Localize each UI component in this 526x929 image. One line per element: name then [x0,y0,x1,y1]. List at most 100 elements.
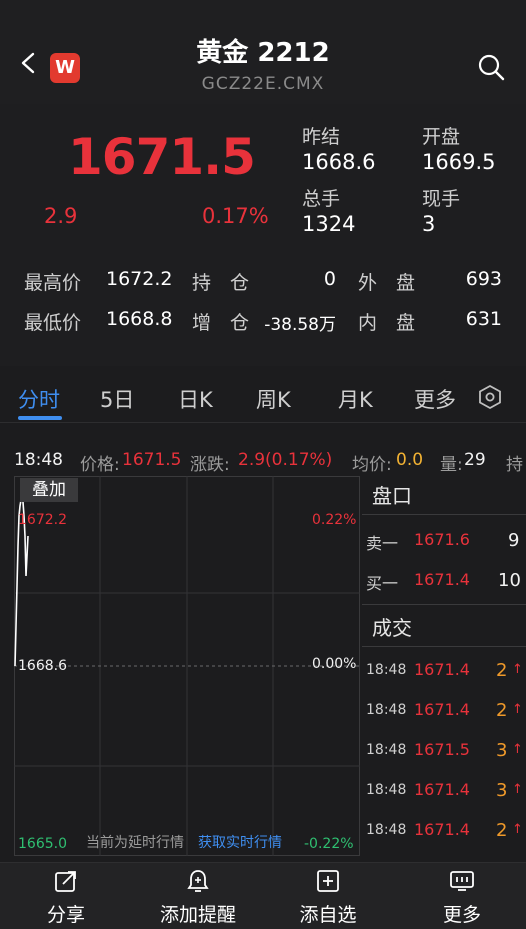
more-label: 更多 [442,904,481,926]
ask-label: 卖一 [366,534,399,553]
trade-time: 18:48 [366,822,407,838]
ask-qty: 9 [508,530,520,551]
inner-value: 631 [465,308,502,330]
panel-divider [362,604,526,605]
share-button[interactable]: 分享 [16,868,116,927]
info-vol: 29 [464,450,486,470]
more-button[interactable]: 更多 [412,868,512,927]
current-volume-label: 现手 [422,188,461,210]
tab-monthly-k[interactable]: 月K [338,384,373,414]
tab-more[interactable]: 更多 [414,384,456,414]
bid-label: 买一 [366,574,399,593]
y-axis-mid: 1668.6 [18,658,67,674]
current-volume-value: 3 [422,212,436,236]
trade-row: 18:48 1671.4 2 ↑ [366,660,526,684]
low-value: 1668.8 [106,308,173,330]
delay-notice: 当前为延时行情 [86,835,184,851]
pct-axis-bottom: -0.22% [304,836,354,852]
add-alert-label: 添加提醒 [159,904,236,926]
instrument-title: 黄金 2212 [196,38,330,68]
pct-axis-mid: 0.00% [312,656,357,672]
last-price: 1671.5 [68,128,256,186]
share-label: 分享 [46,904,85,926]
trade-price: 1671.4 [414,820,470,839]
outer-value: 693 [465,268,502,290]
prev-close-value: 1668.6 [302,150,376,174]
tab-intraday[interactable]: 分时 [18,384,60,414]
order-book-divider [362,514,526,515]
trade-row: 18:48 1671.4 3 ↑ [366,780,526,804]
info-avg: 0.0 [396,450,424,470]
trade-qty: 3 [496,740,508,761]
trade-qty: 2 [496,820,508,841]
trade-up-arrow-icon: ↑ [512,742,523,757]
info-change-label: 涨跌: [190,455,230,474]
trade-row: 18:48 1671.5 3 ↑ [366,740,526,764]
realtime-quote-link[interactable]: 获取实时行情 [198,832,282,852]
info-vol-label: 量: [440,455,463,474]
total-volume-value: 1324 [302,212,356,236]
total-volume-label: 总手 [302,188,341,210]
tab-daily-k[interactable]: 日K [178,384,213,414]
active-tab-indicator [18,416,62,420]
crosshair-info: 18:48 价格: 1671.5 涨跌: 2.9(0.17%) 均价: 0.0 … [0,450,526,474]
increase-label: 增 仓 [192,312,250,334]
bid-qty: 10 [498,570,521,591]
high-value: 1672.2 [106,268,173,290]
trade-up-arrow-icon: ↑ [512,662,523,677]
info-price-label: 价格: [80,455,120,474]
add-alert-button[interactable]: 添加提醒 [148,868,248,927]
inner-label: 内 盘 [358,312,416,334]
info-change: 2.9(0.17%) [238,450,333,470]
alarm-icon [187,870,209,892]
trade-price: 1671.4 [414,700,470,719]
high-label: 最高价 [24,272,82,294]
trade-row: 18:48 1671.4 2 ↑ [366,820,526,844]
instrument-code: GCZ22E.CMX [201,74,325,94]
trade-qty: 3 [496,780,508,801]
trade-qty: 2 [496,660,508,681]
trade-price: 1671.4 [414,780,470,799]
open-value: 1669.5 [422,150,496,174]
bid-price: 1671.4 [414,570,470,589]
info-hold-truncated: 持 [506,455,523,474]
trade-row: 18:48 1671.4 2 ↑ [366,700,526,724]
pct-axis-top: 0.22% [312,512,357,528]
trade-up-arrow-icon: ↑ [512,702,523,717]
search-icon[interactable] [476,52,506,82]
add-watchlist-label: 添自选 [299,904,357,926]
trade-time: 18:48 [366,662,407,678]
trade-qty: 2 [496,700,508,721]
tab-5day[interactable]: 5日 [100,384,134,414]
trade-time: 18:48 [366,782,407,798]
order-book-ask-row: 卖一 1671.6 9 [366,530,526,554]
trade-time: 18:48 [366,742,407,758]
price-change: 2.9 [44,204,78,228]
info-time: 18:48 [14,450,63,470]
price-change-pct: 0.17% [202,204,269,228]
trade-price: 1671.5 [414,740,470,759]
chart-tabs: 分时 5日 日K 周K 月K 更多 [0,370,526,423]
more-icon [450,871,474,891]
trade-time: 18:48 [366,702,407,718]
order-book-bid-row: 买一 1671.4 10 [366,570,526,594]
overlay-button[interactable]: 叠加 [20,478,78,502]
prev-close-label: 昨结 [302,126,341,148]
add-watchlist-button[interactable]: 添自选 [278,868,378,927]
trade-up-arrow-icon: ↑ [512,782,523,797]
info-avg-label: 均价: [352,455,392,474]
trade-price: 1671.4 [414,660,470,679]
holding-label: 持 仓 [192,272,250,294]
increase-value: -38.58万 [264,315,336,335]
holding-value: 0 [323,268,336,290]
info-price: 1671.5 [122,450,182,470]
share-icon [55,871,76,892]
ask-price: 1671.6 [414,530,470,549]
settings-hexagon-icon[interactable] [478,384,502,410]
trades-divider [362,646,526,647]
add-box-icon [317,870,339,892]
tab-weekly-k[interactable]: 周K [256,384,291,414]
order-book-title: 盘口 [372,484,412,508]
low-label: 最低价 [24,312,82,334]
y-axis-top: 1672.2 [18,512,67,528]
